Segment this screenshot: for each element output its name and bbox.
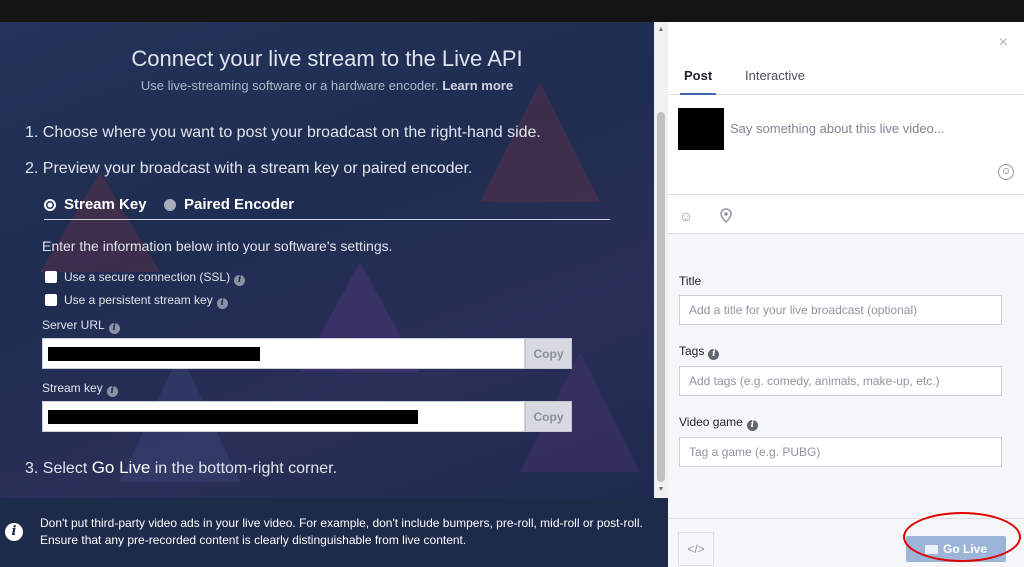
ssl-option: Use a secure connection (SSL) i bbox=[64, 270, 246, 286]
tags-label: Tags bbox=[679, 344, 705, 358]
step-3-suffix: in the bottom-right corner. bbox=[150, 460, 338, 477]
info-icon[interactable]: i bbox=[108, 323, 120, 334]
highlight-annotation bbox=[903, 512, 1021, 562]
redacted-value bbox=[48, 347, 260, 361]
video-game-input[interactable]: Tag a game (e.g. PUBG) bbox=[679, 437, 1002, 467]
persistent-key-label: Use a persistent stream key bbox=[64, 293, 213, 307]
scroll-up-icon[interactable]: ▲ bbox=[657, 26, 665, 34]
feeling-icon[interactable]: ☺ bbox=[678, 208, 694, 224]
stream-key-field-label: Stream key bbox=[42, 381, 103, 395]
scrollbar-thumb[interactable] bbox=[657, 112, 665, 482]
location-pin-icon[interactable] bbox=[718, 208, 734, 224]
title-label: Title bbox=[679, 274, 702, 288]
paired-encoder-radio[interactable] bbox=[164, 199, 176, 211]
tab-post[interactable]: Post bbox=[684, 68, 712, 83]
server-url-field[interactable] bbox=[42, 338, 525, 369]
emoji-icon[interactable]: ☺ bbox=[998, 164, 1014, 180]
tab-interactive[interactable]: Interactive bbox=[745, 68, 805, 83]
paired-encoder-label[interactable]: Paired Encoder bbox=[184, 196, 294, 213]
post-panel: × Post Interactive Say something about t… bbox=[668, 22, 1024, 567]
copy-stream-key-button[interactable]: Copy bbox=[525, 401, 572, 432]
game-label-row: Video game i bbox=[679, 415, 758, 431]
info-icon[interactable]: i bbox=[234, 275, 246, 286]
info-icon[interactable]: i bbox=[746, 420, 758, 431]
post-tabs: Post Interactive bbox=[668, 62, 1024, 95]
ads-policy-banner: i Don't put third-party video ads in you… bbox=[0, 498, 668, 567]
settings-instructions: Enter the information below into your so… bbox=[42, 238, 393, 254]
close-icon[interactable]: × bbox=[999, 34, 1008, 52]
stream-key-field[interactable] bbox=[42, 401, 525, 432]
stream-key-label[interactable]: Stream Key bbox=[64, 196, 147, 213]
live-api-panel: Connect your live stream to the Live API… bbox=[0, 22, 668, 498]
persistent-key-checkbox[interactable] bbox=[45, 294, 57, 306]
step-1: 1. Choose where you want to post your br… bbox=[25, 124, 541, 141]
left-scrollbar[interactable]: ▲ ▼ bbox=[654, 22, 668, 498]
step-3-go-live: Go Live bbox=[91, 458, 151, 477]
scroll-down-icon[interactable]: ▼ bbox=[657, 486, 665, 494]
video-game-label: Video game bbox=[679, 415, 743, 429]
subtitle-text: Use live-streaming software or a hardwar… bbox=[140, 78, 439, 93]
server-url-label-row: Server URL i bbox=[42, 318, 120, 334]
step-2: 2. Preview your broadcast with a stream … bbox=[25, 160, 473, 177]
stream-key-label-row: Stream key i bbox=[42, 381, 118, 397]
stream-key-radio[interactable] bbox=[44, 199, 56, 211]
page-title: Connect your live stream to the Live API bbox=[131, 46, 523, 71]
tags-label-row: Tags i bbox=[679, 344, 720, 360]
composer-input[interactable]: Say something about this live video... bbox=[730, 121, 945, 136]
tags-input[interactable]: Add tags (e.g. comedy, animals, make-up,… bbox=[679, 366, 1002, 396]
info-icon[interactable]: i bbox=[216, 298, 228, 309]
stream-mode-selector: Stream Key Paired Encoder bbox=[44, 196, 610, 220]
ssl-checkbox[interactable] bbox=[45, 271, 57, 283]
info-icon[interactable]: i bbox=[106, 386, 118, 397]
page-subtitle: Use live-streaming software or a hardwar… bbox=[0, 78, 654, 93]
step-3-prefix: 3. Select bbox=[25, 460, 92, 477]
ssl-label: Use a secure connection (SSL) bbox=[64, 270, 231, 284]
live-api-content: Connect your live stream to the Live API… bbox=[0, 22, 654, 498]
server-url-label: Server URL bbox=[42, 318, 105, 332]
embed-code-button[interactable]: </> bbox=[678, 532, 714, 566]
title-input[interactable]: Add a title for your live broadcast (opt… bbox=[679, 295, 1002, 325]
redacted-value bbox=[48, 410, 418, 424]
ads-policy-text: Don't put third-party video ads in your … bbox=[40, 516, 643, 547]
info-icon[interactable]: i bbox=[708, 349, 720, 360]
persistent-key-option: Use a persistent stream key i bbox=[64, 293, 228, 309]
composer-actions: ☺ bbox=[668, 195, 1024, 233]
info-icon: i bbox=[5, 523, 23, 541]
learn-more-link[interactable]: Learn more bbox=[442, 78, 513, 93]
top-bar bbox=[0, 0, 1024, 22]
copy-server-url-button[interactable]: Copy bbox=[525, 338, 572, 369]
step-3: 3. Select Go Live in the bottom-right co… bbox=[25, 458, 337, 478]
avatar bbox=[678, 108, 724, 150]
active-tab-indicator bbox=[680, 93, 716, 95]
